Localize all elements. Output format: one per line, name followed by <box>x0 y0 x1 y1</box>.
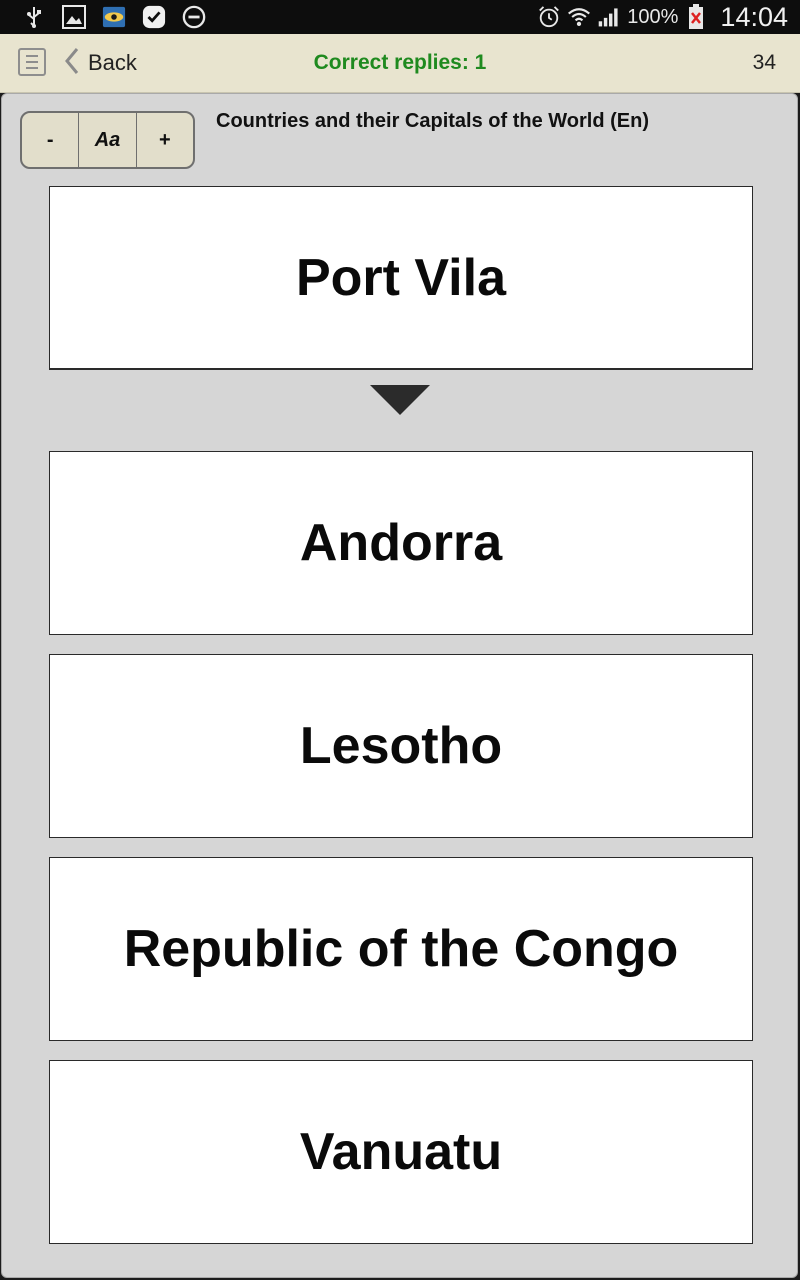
remaining-cards-count: 34 <box>752 51 776 74</box>
answer-option[interactable]: Andorra <box>49 451 753 635</box>
check-badge-icon <box>142 5 166 29</box>
quiz-panel: - Aa + Countries and their Capitals of t… <box>1 93 798 1278</box>
answer-option[interactable]: Lesotho <box>49 654 753 838</box>
battery-icon <box>684 4 708 29</box>
notification-icons <box>22 4 206 30</box>
gallery-icon <box>62 5 86 29</box>
wifi-icon <box>567 5 591 29</box>
system-indicators: 100% 14:04 <box>537 0 788 34</box>
question-card: Port Vila <box>49 186 753 370</box>
deck-title: Countries and their Capitals of the Worl… <box>216 110 649 132</box>
increase-font-button[interactable]: + <box>135 113 193 167</box>
clock: 14:04 <box>720 1 788 32</box>
menu-icon[interactable] <box>18 48 46 76</box>
back-label: Back <box>88 50 137 75</box>
font-size-control: - Aa + <box>20 111 195 169</box>
decrease-font-button[interactable]: - <box>22 113 78 167</box>
answer-option[interactable]: Vanuatu <box>49 1060 753 1244</box>
answer-option[interactable]: Republic of the Congo <box>49 857 753 1041</box>
arrow-down-icon <box>370 385 430 415</box>
do-not-disturb-icon <box>182 5 206 29</box>
font-style-button[interactable]: Aa <box>78 113 135 167</box>
usb-icon <box>22 5 46 29</box>
chevron-left-icon <box>64 47 80 80</box>
alarm-icon <box>537 5 561 29</box>
signal-icon <box>597 5 621 29</box>
action-bar: Correct replies: 1 Back 34 <box>0 34 800 93</box>
back-button[interactable]: Back <box>64 34 137 92</box>
app-eye-icon <box>102 5 126 29</box>
battery-percent: 100% <box>627 5 679 28</box>
status-bar: 100% 14:04 <box>0 0 800 34</box>
